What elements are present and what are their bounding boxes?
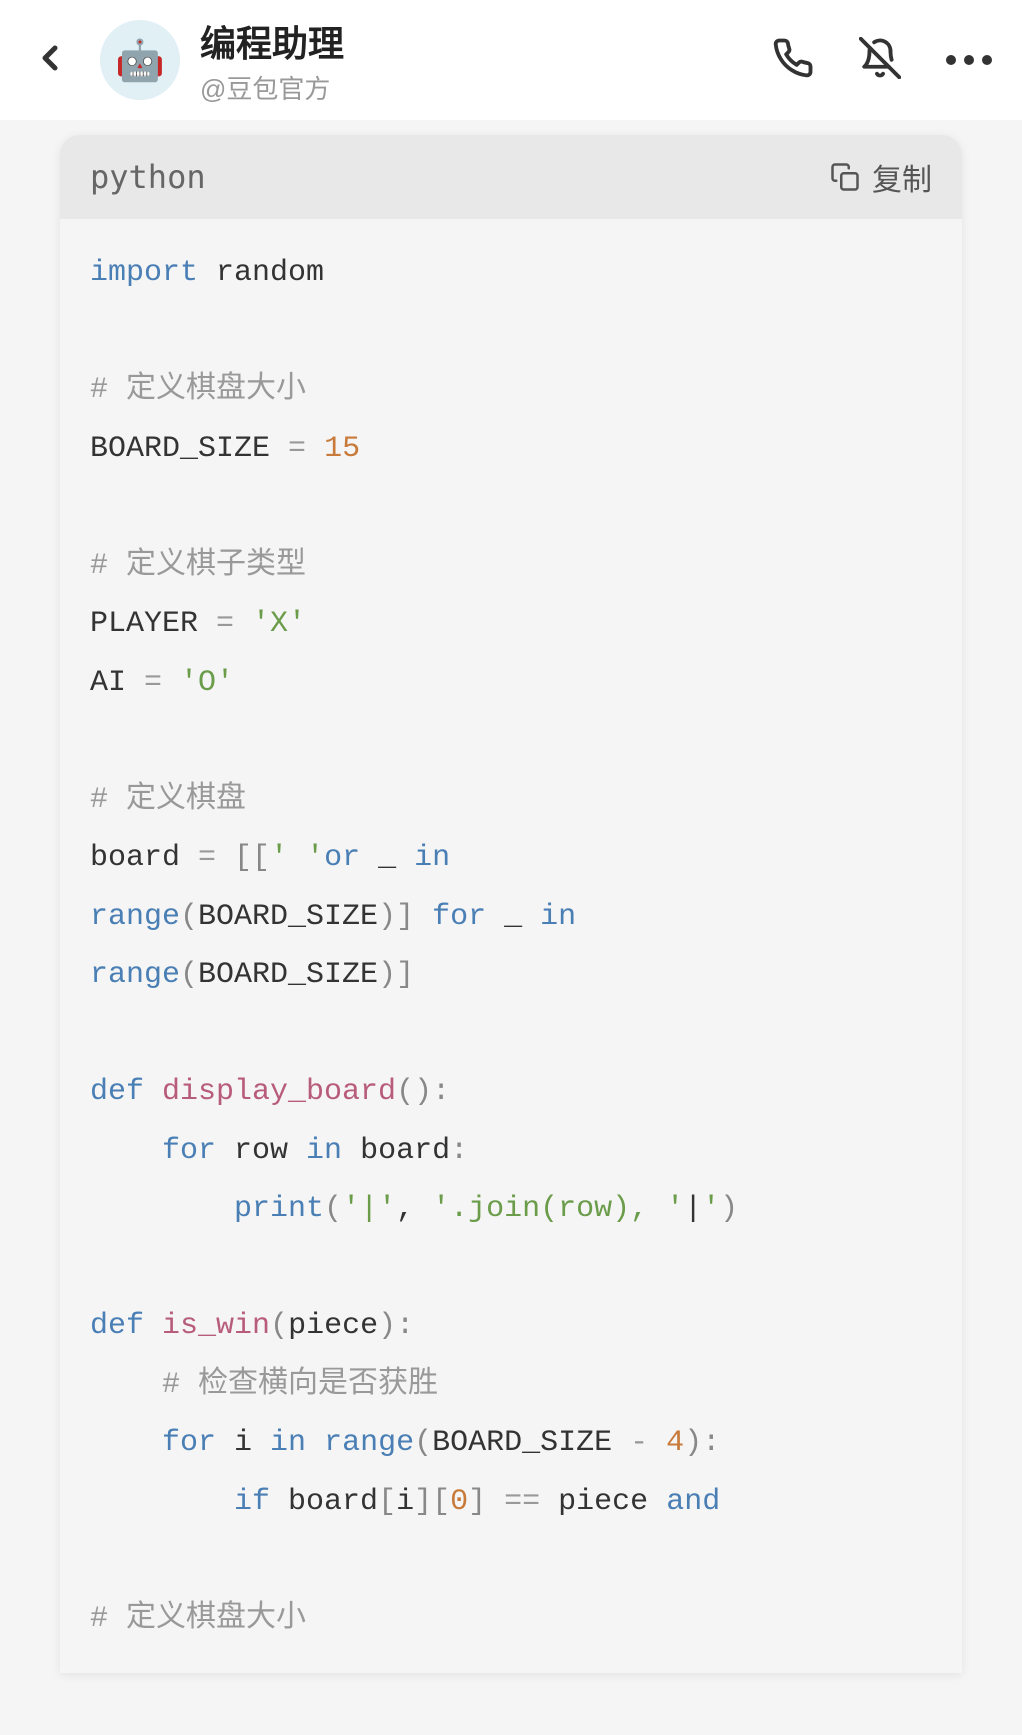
code-token: _ (360, 841, 414, 875)
more-dot (982, 55, 992, 65)
code-token: board (90, 841, 198, 875)
code-token: ' ' (270, 841, 324, 875)
chat-title: 编程助理 (200, 15, 772, 67)
code-token: for (162, 1426, 216, 1460)
code-token: ( (270, 1309, 288, 1343)
code-token: ' (702, 1192, 720, 1226)
code-token: in (306, 1134, 342, 1168)
copy-icon (830, 162, 860, 192)
code-token (306, 1426, 324, 1460)
code-token: , (396, 1192, 432, 1226)
copy-button[interactable]: 复制 (830, 155, 932, 199)
code-content[interactable]: import random # 定义棋盘大小 BOARD_SIZE = 15 #… (60, 219, 962, 1673)
code-token: BOARD_SIZE (90, 432, 288, 466)
code-token: | (684, 1192, 702, 1226)
code-token: if (234, 1485, 270, 1519)
code-token: or (324, 841, 360, 875)
code-token: = (288, 432, 324, 466)
code-token: ) (720, 1192, 738, 1226)
code-token: [[ (234, 841, 270, 875)
chat-subtitle: @豆包官方 (200, 69, 772, 106)
code-token: display_board (162, 1075, 396, 1109)
phone-icon (772, 37, 814, 79)
code-token: ): (378, 1309, 414, 1343)
code-token: ( (324, 1192, 342, 1226)
code-token: ] (468, 1485, 486, 1519)
code-token: print (234, 1192, 324, 1226)
code-token: range (324, 1426, 414, 1460)
mute-button[interactable] (859, 37, 901, 84)
call-button[interactable] (772, 37, 814, 84)
code-token: range (90, 900, 180, 934)
code-token: [ (378, 1485, 396, 1519)
code-token: PLAYER (90, 607, 216, 641)
code-token: BOARD_SIZE (432, 1426, 630, 1460)
code-token: )] (378, 900, 414, 934)
code-token: import (90, 256, 198, 290)
code-token: _ (486, 900, 540, 934)
code-token: '|' (342, 1192, 396, 1226)
title-group: 编程助理 @豆包官方 (200, 15, 772, 106)
code-token: == (486, 1485, 558, 1519)
code-token: : (450, 1134, 468, 1168)
code-token: # 定义棋子类型 (90, 549, 306, 583)
more-dot (946, 55, 956, 65)
code-token: AI (90, 666, 144, 700)
code-token: for (414, 900, 486, 934)
code-token: piece (558, 1485, 666, 1519)
chevron-left-icon (30, 38, 70, 78)
code-token: BOARD_SIZE (198, 958, 378, 992)
code-token: def (90, 1309, 162, 1343)
code-token: 0 (450, 1485, 468, 1519)
code-token: is_win (162, 1309, 270, 1343)
code-token: - (630, 1426, 666, 1460)
code-token: # 定义棋盘 (90, 783, 246, 817)
code-token: # 定义棋盘大小 (90, 1602, 306, 1636)
more-dot (964, 55, 974, 65)
code-token: piece (288, 1309, 378, 1343)
bell-off-icon (859, 37, 901, 79)
code-token: i (396, 1485, 414, 1519)
code-token: for (162, 1134, 216, 1168)
code-token: in (270, 1426, 306, 1460)
code-token: i (216, 1426, 270, 1460)
code-token: = (216, 607, 252, 641)
code-token: and (666, 1485, 720, 1519)
code-token: 15 (324, 432, 360, 466)
code-block: python 复制 import random # 定义棋盘大小 BOARD_S… (60, 135, 962, 1673)
code-token: range (90, 958, 180, 992)
back-button[interactable] (30, 38, 70, 83)
code-token: ( (180, 900, 198, 934)
code-token: )] (378, 958, 414, 992)
code-header: python 复制 (60, 135, 962, 219)
language-label: python (90, 158, 206, 196)
code-token: in (540, 900, 576, 934)
chat-header: 🤖 编程助理 @豆包官方 (0, 0, 1022, 120)
code-token: in (414, 841, 450, 875)
code-token: ( (414, 1426, 432, 1460)
code-token: (): (396, 1075, 450, 1109)
code-token: = (198, 841, 234, 875)
avatar[interactable]: 🤖 (100, 20, 180, 100)
code-token: ( (180, 958, 198, 992)
code-token: = (144, 666, 180, 700)
code-token: board (342, 1134, 450, 1168)
code-token: 4 (666, 1426, 684, 1460)
code-token: # 检查横向是否获胜 (162, 1368, 438, 1402)
code-token: row (216, 1134, 306, 1168)
code-token: 'O' (180, 666, 234, 700)
code-token: board (270, 1485, 378, 1519)
code-token: ): (684, 1426, 720, 1460)
avatar-emoji: 🤖 (115, 37, 165, 84)
code-token: # 定义棋盘大小 (90, 373, 306, 407)
code-token: random (198, 256, 324, 290)
code-token: '.join(row), ' (432, 1192, 684, 1226)
code-token: 'X' (252, 607, 306, 641)
header-actions (772, 37, 992, 84)
code-token: BOARD_SIZE (198, 900, 378, 934)
code-token: ][ (414, 1485, 450, 1519)
code-token: def (90, 1075, 162, 1109)
copy-label: 复制 (872, 155, 932, 199)
more-button[interactable] (946, 55, 992, 65)
